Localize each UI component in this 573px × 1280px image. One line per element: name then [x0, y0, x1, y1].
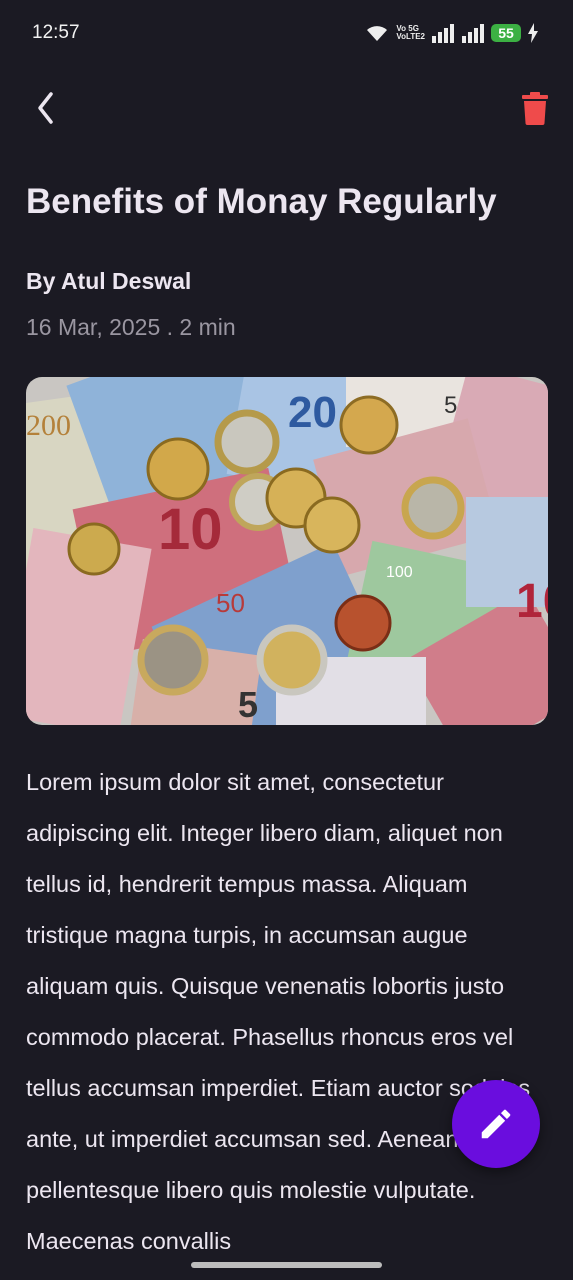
- pencil-icon: [481, 1109, 511, 1139]
- signal-icon: [462, 24, 484, 43]
- note-denomination: 100: [386, 564, 413, 581]
- article-body: Lorem ipsum dolor sit amet, consectetur …: [26, 769, 531, 1254]
- status-icons: Vo 5G VoLTE2 55: [364, 22, 539, 44]
- note-denomination: 50: [216, 588, 245, 618]
- trash-icon: [522, 92, 548, 125]
- back-button[interactable]: [26, 88, 66, 128]
- app-bar: [0, 80, 573, 140]
- note-denomination: 10: [516, 575, 548, 628]
- status-bar: 12:57 Vo 5G VoLTE2 55: [0, 0, 573, 66]
- network-type-label: Vo 5G VoLTE2: [396, 24, 425, 41]
- battery-icon: 55: [491, 24, 521, 42]
- status-time: 12:57: [32, 22, 80, 43]
- note-denomination: 5: [444, 392, 457, 419]
- note-denomination: 200: [26, 409, 71, 442]
- article-meta: 16 Mar, 2025 . 2 min: [26, 314, 236, 340]
- edit-fab-button[interactable]: [452, 1080, 540, 1168]
- note-denomination: 10: [158, 497, 223, 562]
- article-author: By Atul Deswal: [26, 268, 192, 294]
- home-indicator[interactable]: [191, 1262, 382, 1268]
- charging-icon: [528, 23, 538, 43]
- chevron-left-icon: [38, 92, 53, 124]
- article-image: 200 10 20 5 5 100 10 50: [26, 377, 548, 725]
- note-denomination: 20: [288, 388, 337, 437]
- note-denomination: 5: [238, 684, 258, 725]
- wifi-icon: [367, 26, 388, 41]
- article-title: Benefits of Monay Regularly: [26, 182, 497, 221]
- euro-money-image: 200 10 20 5 5 100 10 50: [26, 377, 548, 725]
- delete-button[interactable]: [519, 90, 551, 126]
- signal-icon: [432, 24, 454, 43]
